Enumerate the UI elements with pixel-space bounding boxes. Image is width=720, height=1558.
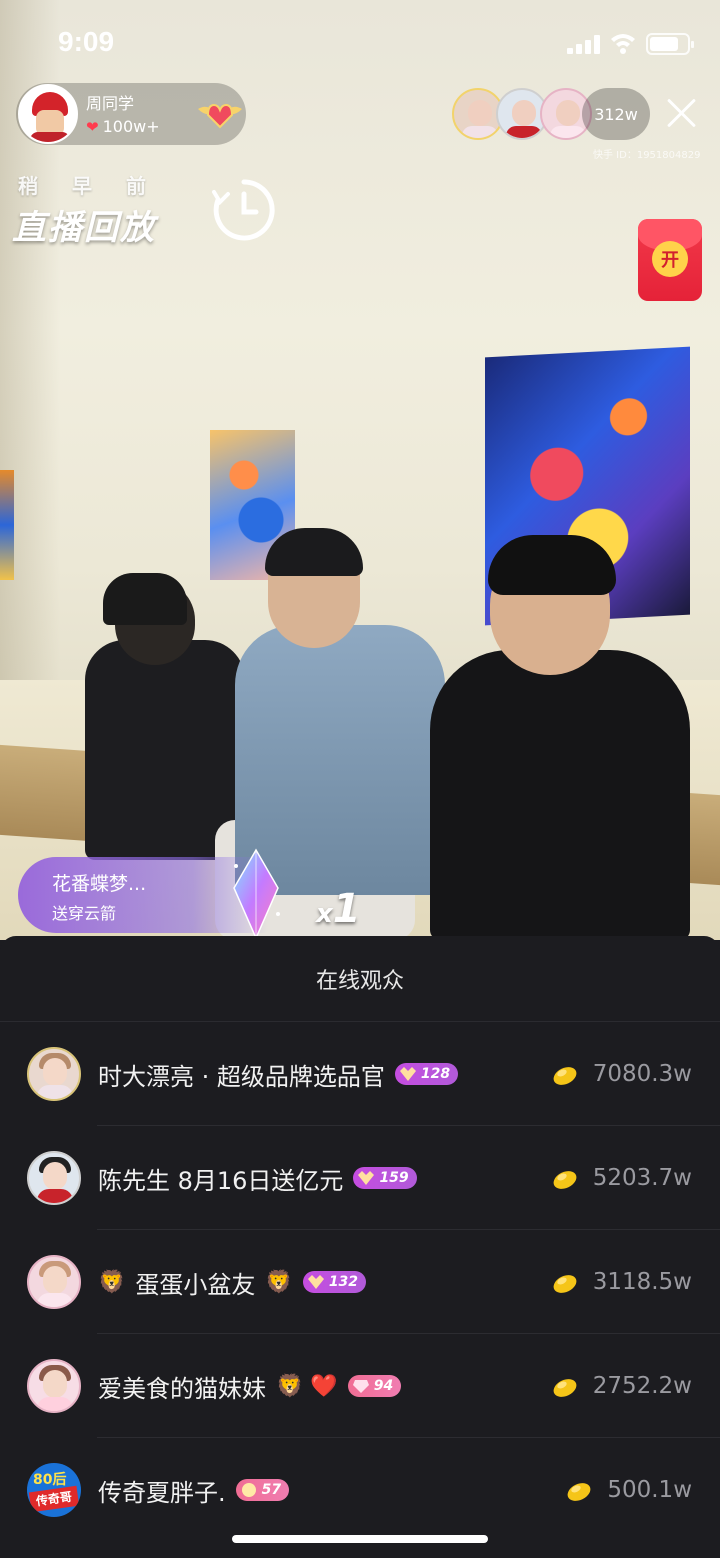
audience-row[interactable]: 80后 传奇哥 传奇夏胖子. 57 500.1w	[0, 1438, 720, 1542]
lion-icon: 🦁	[98, 1269, 126, 1295]
rocket-arrow-gift-icon	[233, 848, 280, 940]
gold-ingot-icon	[567, 1483, 591, 1501]
status-bar: 9:09	[0, 0, 720, 86]
person-right-hair	[488, 535, 616, 595]
audience-name: 时大漂亮 · 超级品牌选品官	[98, 1062, 385, 1091]
audience-name: 爱美食的猫妹妹	[98, 1374, 266, 1403]
host-likes-count: 100w+	[102, 117, 160, 136]
host-avatar[interactable]	[18, 84, 78, 144]
home-indicator[interactable]	[232, 1535, 488, 1543]
gift-count: x1	[316, 886, 361, 932]
wifi-icon	[611, 34, 635, 54]
host-likes: ❤ 100w+	[86, 117, 160, 136]
audience-row[interactable]: 🦁 蛋蛋小盆友 🦁 132 3118.5w	[0, 1230, 720, 1334]
level-badge: 159	[353, 1167, 417, 1189]
coin-amount: 7080.3w	[592, 1061, 692, 1087]
gold-ingot-icon	[553, 1067, 577, 1085]
top-viewers[interactable]: 312w	[452, 88, 652, 142]
battery-icon	[646, 33, 694, 55]
coin-amount: 2752.2w	[592, 1373, 692, 1399]
girl-avatar[interactable]	[27, 1359, 81, 1413]
close-icon[interactable]	[664, 96, 698, 130]
audience-name: 传奇夏胖子.	[98, 1478, 226, 1507]
heart-icon: ❤	[86, 117, 99, 136]
sheet-title: 在线观众	[0, 936, 720, 1022]
host-info[interactable]: 周同学 ❤ 100w+	[16, 83, 246, 145]
viewer-count[interactable]: 312w	[582, 88, 650, 140]
audience-list: 时大漂亮 · 超级品牌选品官 128 7080.3w 陈先生 8月16日送亿元 …	[0, 1022, 720, 1542]
replay-clock-icon	[212, 179, 275, 241]
audience-row[interactable]: 陈先生 8月16日送亿元 159 5203.7w	[0, 1126, 720, 1230]
woman-avatar[interactable]	[27, 1047, 81, 1101]
replay-earlier-label: 稍早前	[18, 174, 180, 198]
coin-amount: 5203.7w	[592, 1165, 692, 1191]
level-badge: 128	[394, 1063, 459, 1085]
level-badge: 132	[302, 1271, 367, 1293]
gem-icon	[352, 1380, 369, 1393]
coin-amount: 3118.5w	[592, 1269, 692, 1295]
winged-heart-badge-icon[interactable]	[194, 95, 246, 133]
replay-title: 直播回放	[12, 208, 156, 248]
pearl-icon	[241, 1483, 256, 1497]
gold-ingot-icon	[553, 1171, 577, 1189]
person-left-hat	[103, 573, 187, 625]
audience-name: 陈先生 8月16日送亿元	[98, 1166, 344, 1195]
gold-ingot-icon	[553, 1379, 577, 1397]
crown-gem-icon	[307, 1275, 324, 1289]
kwai-id: 快手 ID：1951804829	[593, 150, 701, 161]
status-time: 9:09	[58, 26, 115, 57]
host-name: 周同学	[86, 94, 135, 113]
replay-logo: 稍早前 直播回放	[12, 170, 282, 250]
red-packet-open-label: 开	[652, 241, 688, 277]
gold-ingot-icon	[553, 1275, 577, 1293]
level-badge: 57	[235, 1479, 290, 1501]
crown-gem-icon	[358, 1171, 375, 1185]
painting-edge	[0, 470, 14, 580]
coin-amount: 500.1w	[607, 1477, 692, 1503]
online-audience-sheet: 在线观众 时大漂亮 · 超级品牌选品官 128 7080.3w 陈先生 8月16…	[0, 936, 720, 1558]
crown-gem-icon	[399, 1067, 416, 1081]
gift-action: 送穿云箭	[52, 904, 117, 923]
lion-icon: 🦁	[265, 1269, 293, 1295]
red-packet-button[interactable]: 开	[638, 219, 702, 301]
level-badge: 94	[347, 1375, 402, 1397]
girl-avatar[interactable]	[27, 1255, 81, 1309]
audience-row[interactable]: 爱美食的猫妹妹 🦁 ❤️ 94 2752.2w	[0, 1334, 720, 1438]
cellular-signal-icon	[567, 34, 603, 54]
lion-heart-icon: 🦁 ❤️	[276, 1373, 338, 1399]
audience-name: 蛋蛋小盆友	[135, 1270, 256, 1299]
gift-sender: 花番蝶梦...	[52, 873, 147, 895]
logo-80-avatar[interactable]: 80后 传奇哥	[27, 1463, 81, 1517]
person-right-body	[430, 650, 690, 940]
audience-row[interactable]: 时大漂亮 · 超级品牌选品官 128 7080.3w	[0, 1022, 720, 1126]
man-avatar[interactable]	[27, 1151, 81, 1205]
